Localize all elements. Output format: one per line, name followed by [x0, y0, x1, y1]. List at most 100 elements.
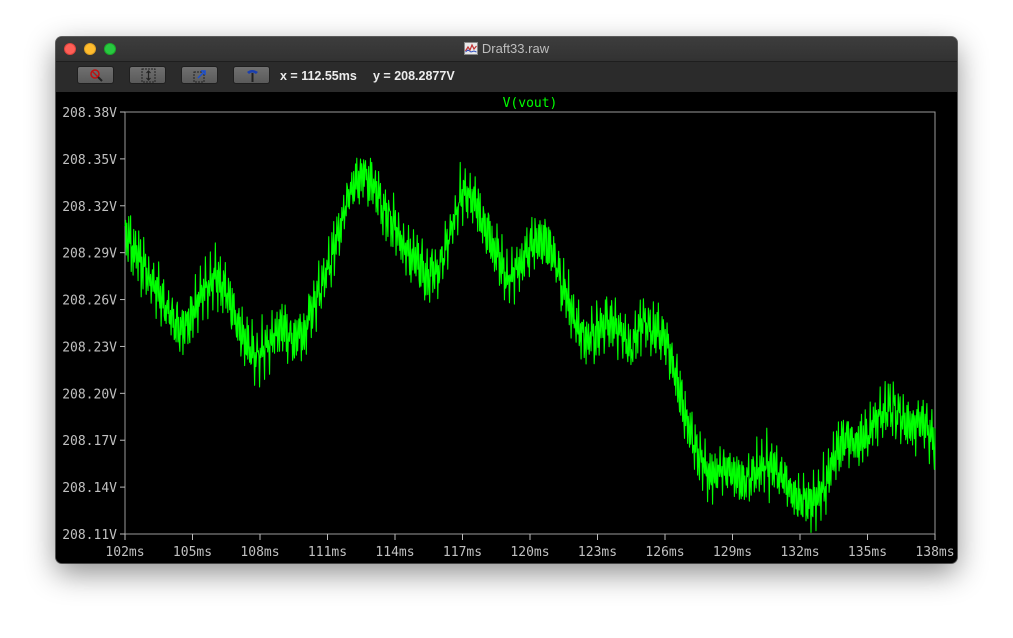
data-point: [653, 330, 654, 331]
cursor-y-readout: y = 208.2877V: [373, 69, 455, 83]
data-point: [226, 291, 227, 292]
data-point: [529, 244, 530, 245]
data-point: [541, 236, 542, 237]
data-point: [552, 252, 553, 253]
cursor-x-readout: x = 112.55ms: [280, 69, 357, 83]
autorange-button[interactable]: [233, 66, 270, 84]
data-point: [349, 190, 350, 191]
x-tick-label: 117ms: [443, 545, 482, 560]
y-tick-label: 208.32V: [62, 200, 117, 215]
data-point: [338, 236, 339, 237]
data-point: [799, 499, 800, 500]
waveform-viewer-window: Draft33.raw x = 112.55ms y = 208.2877V 2…: [56, 37, 957, 563]
trace-legend-label: V(vout): [503, 96, 558, 111]
data-point: [844, 440, 845, 441]
y-tick-label: 208.29V: [62, 247, 117, 262]
hammer-icon: [247, 70, 258, 82]
y-tick-label: 208.11V: [62, 528, 117, 543]
data-point: [743, 483, 744, 484]
x-tick-label: 129ms: [713, 545, 752, 560]
data-point: [878, 416, 879, 417]
data-point: [631, 346, 632, 347]
data-point: [563, 291, 564, 292]
toolbar: x = 112.55ms y = 208.2877V: [56, 62, 957, 92]
data-point: [147, 276, 148, 277]
data-point: [912, 427, 913, 428]
data-point: [248, 346, 249, 347]
data-point: [192, 315, 193, 316]
data-point: [777, 471, 778, 472]
data-point: [766, 463, 767, 464]
y-tick-label: 208.17V: [62, 434, 117, 449]
zoom-back-button[interactable]: [181, 66, 218, 84]
data-point: [934, 443, 935, 444]
data-point: [361, 174, 362, 175]
data-point: [608, 322, 609, 323]
data-point: [923, 421, 924, 422]
data-point: [901, 416, 902, 417]
data-point: [383, 205, 384, 206]
series-line-vout: [124, 157, 936, 533]
data-point: [484, 229, 485, 230]
plot-pane[interactable]: 208.38V 208.35V 208.32V 208.29V 208.26V 208.2…: [56, 92, 957, 563]
x-tick-label: 138ms: [915, 545, 954, 560]
data-point: [271, 338, 272, 339]
zoom-extents-button[interactable]: [129, 66, 166, 84]
title-bar[interactable]: Draft33.raw: [56, 37, 957, 62]
data-point: [293, 338, 294, 339]
data-point: [698, 455, 699, 456]
x-tick-label: 102ms: [105, 545, 144, 560]
data-point: [304, 330, 305, 331]
x-tick-label: 108ms: [240, 545, 279, 560]
data-point: [158, 291, 159, 292]
data-point: [124, 236, 125, 237]
zoom-extents-icon: [141, 68, 156, 83]
waveform-chart[interactable]: 208.38V 208.35V 208.32V 208.29V 208.26V 208.2…: [56, 92, 957, 563]
zoom-cancel-button[interactable]: [77, 66, 114, 84]
window-title: Draft33.raw: [481, 41, 550, 56]
x-tick-label: 111ms: [308, 545, 347, 560]
data-point: [169, 315, 170, 316]
window-title-container: Draft33.raw: [56, 37, 957, 61]
y-tick-label: 208.38V: [62, 106, 117, 121]
data-point: [518, 268, 519, 269]
data-point: [664, 338, 665, 339]
data-point: [889, 408, 890, 409]
x-tick-label: 132ms: [780, 545, 819, 560]
data-point: [507, 276, 508, 277]
data-point: [754, 471, 755, 472]
data-point: [282, 330, 283, 331]
data-point: [822, 490, 823, 491]
waveform-document-icon: [463, 42, 478, 55]
data-point: [856, 443, 857, 444]
data-point: [586, 338, 587, 339]
data-point: [473, 197, 474, 198]
data-point: [687, 424, 688, 425]
data-point: [372, 182, 373, 183]
data-point: [406, 252, 407, 253]
data-point: [642, 322, 643, 323]
data-point: [462, 190, 463, 191]
data-point: [327, 268, 328, 269]
data-point: [811, 502, 812, 503]
y-tick-label: 208.14V: [62, 481, 117, 496]
data-point: [181, 330, 182, 331]
y-tick-label: 208.35V: [62, 153, 117, 168]
data-point: [732, 474, 733, 475]
zoom-back-icon: [193, 70, 206, 83]
data-point: [721, 471, 722, 472]
y-tick-label: 208.20V: [62, 387, 117, 402]
data-point: [676, 377, 677, 378]
data-point: [574, 322, 575, 323]
y-tick-label: 208.26V: [62, 294, 117, 309]
data-point: [259, 354, 260, 355]
magnifier-cancel-icon: [90, 69, 103, 82]
data-point: [597, 330, 598, 331]
data-point: [496, 252, 497, 253]
data-point: [619, 330, 620, 331]
x-tick-label: 120ms: [510, 545, 549, 560]
data-point: [833, 455, 834, 456]
x-tick-label: 114ms: [375, 545, 414, 560]
data-point: [203, 291, 204, 292]
x-tick-label: 105ms: [173, 545, 212, 560]
